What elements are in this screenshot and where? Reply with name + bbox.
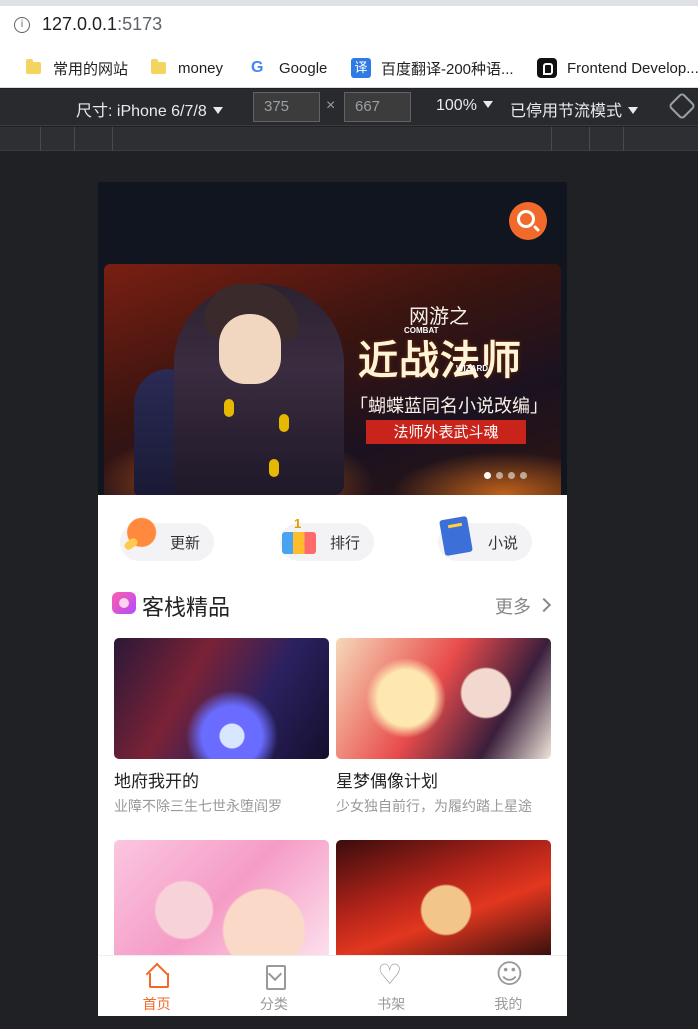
times-sign: × [326, 97, 336, 114]
banner-character-face [219, 314, 281, 384]
banner-title-small: 网游之 [409, 304, 469, 328]
bookmarks-bar: t 常用的网站 money GGoogle 译百度翻译-200种语... Fro… [0, 48, 698, 88]
tab-bookshelf[interactable]: 书架 [333, 956, 450, 1016]
carousel-dots [484, 472, 527, 479]
comic-cover[interactable] [336, 638, 551, 759]
address-bar[interactable]: i 127.0.0.1:5173 [0, 0, 698, 48]
tab-label: 分类 [259, 997, 288, 1013]
search-icon[interactable] [509, 202, 547, 240]
banner-ornament [279, 414, 289, 432]
folder-icon [26, 59, 41, 74]
url-text[interactable]: 127.0.0.1:5173 [42, 14, 162, 35]
tab-category[interactable]: 分类 [215, 956, 332, 1016]
throttle-select[interactable]: 已停用节流模式 [510, 97, 639, 121]
dropdown-arrow-icon [482, 101, 493, 108]
bookmark-google[interactable]: G Google [251, 57, 327, 79]
tab-mine[interactable]: 我的 [450, 956, 567, 1016]
bottom-tab-bar: 首页 分类 书架 我的 [98, 955, 567, 1016]
tab-label: 书架 [377, 997, 406, 1013]
quicknav-label: 更新 [170, 533, 201, 552]
smile-icon [495, 959, 523, 990]
carousel-dot[interactable] [508, 472, 515, 479]
dropdown-arrow-icon [212, 107, 223, 114]
category-icon [262, 964, 286, 990]
frontend-icon [537, 58, 557, 78]
rocket-icon [114, 514, 160, 560]
book-icon [432, 514, 478, 560]
comic-title[interactable]: 星梦偶像计划 [336, 767, 551, 792]
tab-label: 首页 [142, 997, 171, 1013]
phone-viewport: 网游之 近战法师 COMBAT WIZARD 「蝴蝶蓝同名小说改编」 法师外表武… [98, 182, 567, 1016]
quick-nav: 更新 排行 小说 [98, 513, 567, 561]
carousel-dot[interactable] [484, 472, 491, 479]
banner-subtitle: 「蝴蝶蓝同名小说改编」 [350, 396, 548, 417]
home-icon [145, 964, 169, 988]
banner-en-wizard: WIZARD [456, 364, 488, 373]
section-title: 客栈精品 [142, 596, 231, 621]
comic-card[interactable]: 地府我开的 业障不除三生七世永堕阎罗 [114, 638, 329, 816]
banner-tagline: 法师外表武斗魂 [366, 420, 526, 444]
dropdown-arrow-icon [628, 107, 639, 114]
trophy-icon [274, 514, 320, 560]
hero-header: 网游之 近战法师 COMBAT WIZARD 「蝴蝶蓝同名小说改编」 法师外表武… [98, 182, 567, 495]
bookmark-common-sites[interactable]: 常用的网站 [26, 57, 128, 79]
quicknav-update[interactable]: 更新 [114, 514, 215, 561]
more-link[interactable]: 更多 [495, 593, 531, 619]
quicknav-novel[interactable]: 小说 [438, 523, 533, 561]
tab-label: 我的 [494, 997, 523, 1013]
comic-card[interactable] [336, 840, 551, 961]
folder-icon [151, 59, 166, 74]
comic-desc: 业障不除三生七世永堕阎罗 [114, 799, 282, 815]
comic-card[interactable]: 星梦偶像计划 少女独自前行，为履约踏上星途 [336, 638, 551, 816]
height-input[interactable]: 667 [344, 92, 411, 122]
device-select[interactable]: 尺寸: iPhone 6/7/8 [76, 97, 223, 121]
bookmark-money[interactable]: money [151, 57, 223, 79]
banner-ornament [224, 399, 234, 417]
rotate-icon[interactable] [667, 91, 697, 121]
banner-en-combat: COMBAT [404, 326, 439, 335]
media-query-ruler[interactable] [0, 127, 698, 151]
heart-icon [377, 958, 403, 991]
quicknav-ranking[interactable]: 排行 [280, 516, 375, 561]
comic-title[interactable]: 地府我开的 [114, 767, 329, 792]
banner-ornament [269, 459, 279, 477]
carousel-dot[interactable] [520, 472, 527, 479]
comic-cover[interactable] [114, 840, 329, 961]
comic-cover[interactable] [114, 638, 329, 759]
quicknav-label: 排行 [330, 533, 361, 552]
zoom-select[interactable]: 100% [436, 97, 493, 115]
section-icon [112, 592, 136, 614]
bookmark-baidu-translate[interactable]: 译百度翻译-200种语... [351, 57, 514, 79]
section-header: 客栈精品 更多 [112, 590, 553, 621]
info-icon[interactable]: i [14, 17, 30, 33]
carousel-dot[interactable] [496, 472, 503, 479]
google-icon: G [251, 59, 264, 76]
quicknav-label: 小说 [488, 533, 519, 552]
tab-home[interactable]: 首页 [98, 956, 215, 1016]
comic-cover[interactable] [336, 840, 551, 961]
chevron-right-icon[interactable] [536, 597, 552, 613]
comic-card[interactable] [114, 840, 329, 961]
bookmark-frontend[interactable]: Frontend Develop... [537, 57, 698, 79]
translate-icon: 译 [351, 58, 371, 78]
banner-slide[interactable]: 网游之 近战法师 COMBAT WIZARD 「蝴蝶蓝同名小说改编」 法师外表武… [104, 264, 561, 495]
width-input[interactable]: 375 [253, 92, 320, 122]
banner-title: 近战法师 [358, 338, 522, 384]
comic-desc: 少女独自前行，为履约踏上星途 [336, 799, 532, 815]
device-toolbar: 尺寸: iPhone 6/7/8 375 × 667 100% 已停用节流模式 [0, 89, 698, 126]
